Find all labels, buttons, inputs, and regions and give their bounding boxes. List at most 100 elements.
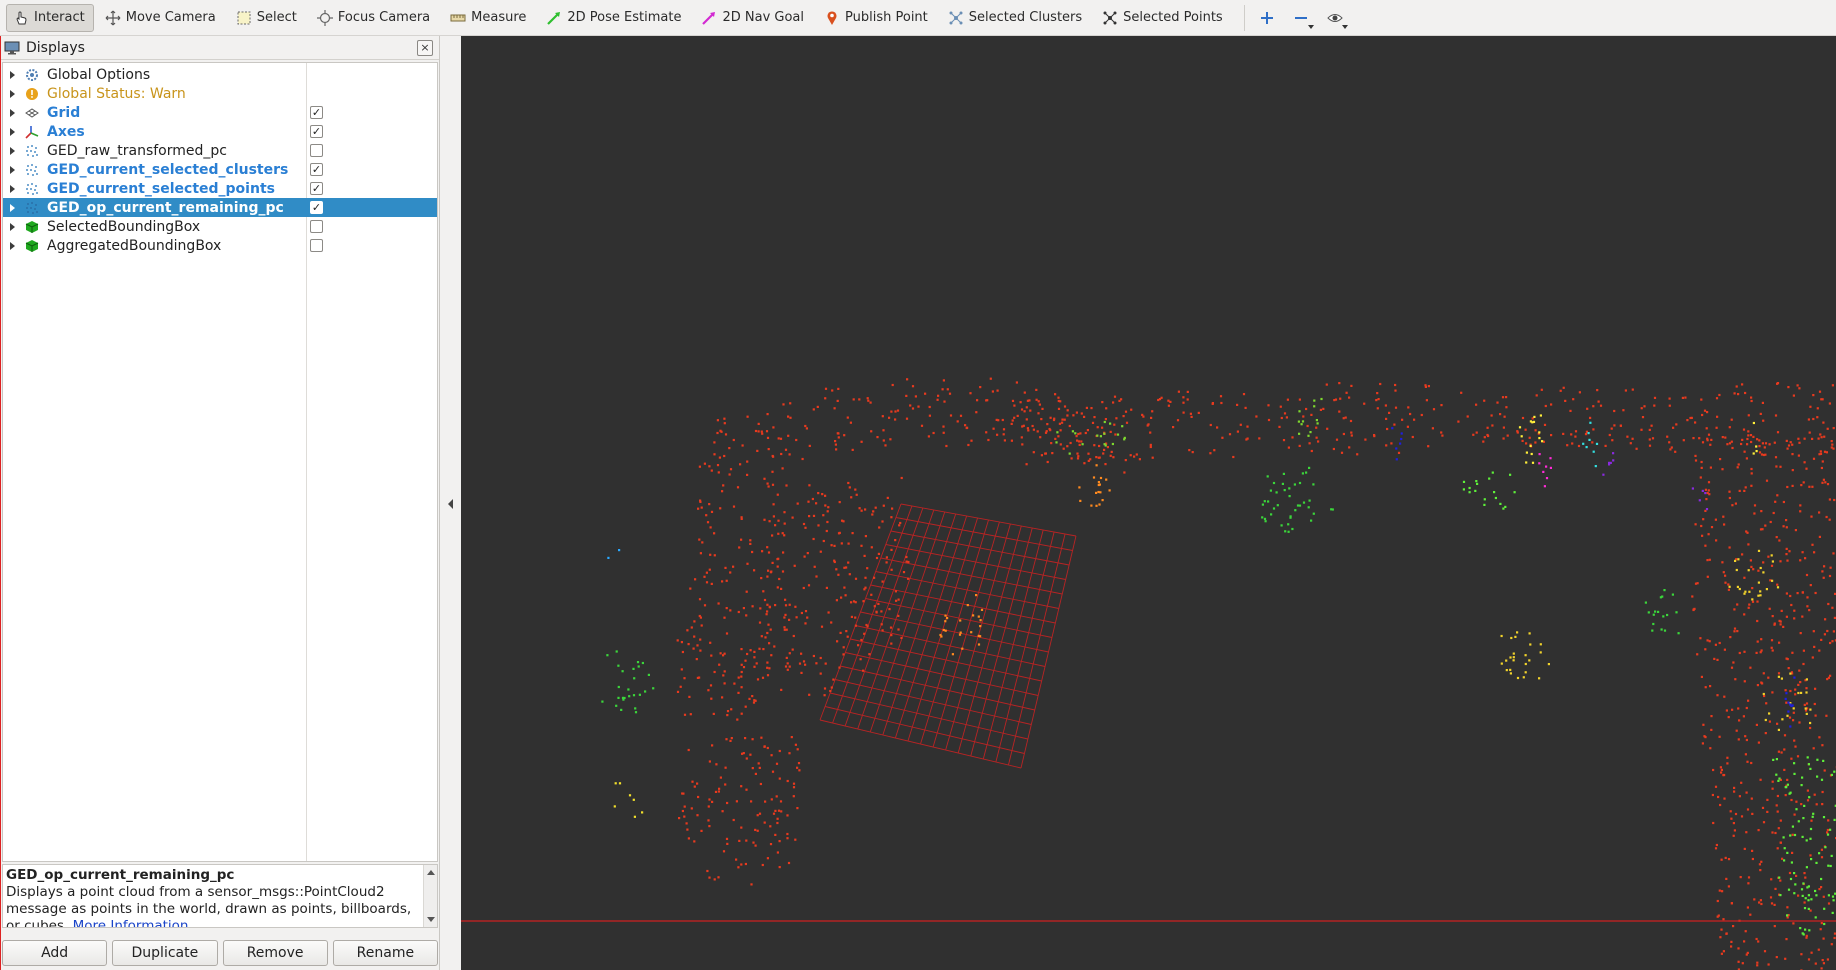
selected-clusters-checkbox[interactable]: ✓ (310, 163, 323, 176)
rename-button[interactable]: Rename (332, 940, 438, 966)
cloud-point (1562, 386, 1565, 389)
expand-arrow-icon[interactable] (10, 184, 15, 193)
cloud-point (897, 628, 900, 631)
tree-row-global-options[interactable]: Global Options (3, 65, 437, 84)
cloud-point (870, 593, 873, 596)
tree-row-aggregated-bounding-box[interactable]: AggregatedBoundingBox (3, 236, 437, 255)
panel-splitter[interactable] (441, 36, 461, 970)
nav-goal-tool-button[interactable]: 2D Nav Goal (694, 4, 813, 32)
expand-arrow-icon[interactable] (10, 127, 15, 136)
cloud-point (1696, 653, 1699, 656)
cloud-point (1036, 430, 1039, 433)
remove-button[interactable]: Remove (222, 940, 328, 966)
publish-point-tool-button[interactable]: Publish Point (817, 4, 937, 32)
measure-tool-button[interactable]: Measure (443, 4, 535, 32)
tree-row-remaining-pc[interactable]: GED_op_current_remaining_pc ✓ (3, 198, 437, 217)
tree-row-grid[interactable]: Grid ✓ (3, 103, 437, 122)
expand-arrow-icon[interactable] (10, 108, 15, 117)
selected-clusters-tool-button[interactable]: Selected Clusters (941, 4, 1091, 32)
visibility-tool-button[interactable] (1321, 4, 1349, 32)
cloud-point (1809, 726, 1812, 730)
grid-enable-checkbox[interactable]: ✓ (310, 106, 323, 119)
cloud-point (1509, 656, 1512, 659)
cloud-point (1486, 426, 1489, 429)
axes-enable-checkbox[interactable]: ✓ (310, 125, 323, 138)
expand-arrow-icon[interactable] (10, 146, 15, 155)
description-scrollbar[interactable] (423, 865, 437, 927)
duplicate-button[interactable]: Duplicate (112, 940, 218, 966)
cloud-point (632, 667, 635, 670)
cloud-point (1797, 437, 1800, 440)
remove-tool-button[interactable] (1287, 4, 1315, 32)
selected-bounding-box-checkbox[interactable] (310, 220, 323, 233)
selected-points-checkbox[interactable]: ✓ (310, 182, 323, 195)
cloud-point (1694, 454, 1697, 457)
add-button[interactable]: Add (2, 940, 108, 966)
cloud-point (1440, 431, 1443, 434)
expand-arrow-icon[interactable] (10, 241, 15, 250)
cloud-point (1733, 630, 1736, 633)
more-information-link[interactable]: More Information (73, 918, 189, 927)
cloud-point (1394, 383, 1397, 387)
cloud-point (1719, 458, 1722, 461)
cloud-point (1778, 539, 1781, 542)
cloud-point (808, 484, 811, 487)
tree-row-axes[interactable]: Axes ✓ (3, 122, 437, 141)
cloud-point (882, 439, 885, 442)
cloud-point (1759, 869, 1762, 872)
move-camera-tool-button[interactable]: Move Camera (98, 4, 225, 32)
scroll-down-arrow-icon[interactable] (427, 917, 435, 922)
select-tool-button[interactable]: Select (229, 4, 306, 32)
pose-estimate-tool-button[interactable]: 2D Pose Estimate (539, 4, 690, 32)
cloud-point (1285, 416, 1288, 419)
expand-arrow-icon[interactable] (10, 89, 15, 98)
cloud-point (1612, 459, 1615, 462)
cloud-point (770, 798, 773, 801)
tree-row-selected-clusters[interactable]: GED_current_selected_clusters ✓ (3, 160, 437, 179)
cloud-point (1828, 498, 1831, 501)
tree-row-selected-bounding-box[interactable]: SelectedBoundingBox (3, 217, 437, 236)
tree-row-raw-transformed-pc[interactable]: GED_raw_transformed_pc (3, 141, 437, 160)
add-tool-button[interactable] (1253, 4, 1281, 32)
cloud-point (1316, 422, 1319, 425)
focus-camera-tool-button[interactable]: Focus Camera (310, 4, 439, 32)
cloud-point (1312, 483, 1315, 486)
collapse-left-arrow-icon[interactable] (448, 499, 453, 509)
cloud-point (778, 777, 781, 780)
cloud-point (782, 551, 785, 554)
cloud-point (852, 398, 855, 401)
aggregated-bounding-box-checkbox[interactable] (310, 239, 323, 252)
raw-transformed-pc-checkbox[interactable] (310, 144, 323, 157)
tree-row-selected-points[interactable]: GED_current_selected_points ✓ (3, 179, 437, 198)
cloud-point (1020, 436, 1023, 439)
remaining-pc-checkbox[interactable]: ✓ (310, 201, 323, 214)
cloud-point (1317, 440, 1320, 443)
cloud-point (1039, 436, 1042, 439)
cloud-point (1577, 444, 1581, 448)
expand-arrow-icon[interactable] (10, 222, 15, 231)
cloud-point (1130, 408, 1133, 411)
cloud-point (1773, 925, 1776, 928)
cloud-point (1762, 453, 1765, 457)
scroll-up-arrow-icon[interactable] (427, 870, 435, 875)
cloud-point (772, 812, 776, 815)
interact-tool-button[interactable]: Interact (6, 3, 94, 32)
cloud-point (1069, 441, 1072, 445)
cloud-point (1538, 677, 1541, 680)
axes-icon (25, 125, 39, 139)
expand-arrow-icon[interactable] (10, 70, 15, 79)
cloud-point (796, 502, 799, 505)
displays-panel-close-button[interactable]: × (417, 40, 433, 56)
expand-arrow-icon[interactable] (10, 203, 15, 212)
expand-arrow-icon[interactable] (10, 165, 15, 174)
cloud-point (1547, 663, 1550, 666)
cloud-point (1727, 885, 1730, 888)
cloud-point (1734, 559, 1737, 562)
cloud-point (1475, 480, 1478, 483)
render-3d-view[interactable] (461, 36, 1836, 970)
cloud-point (1401, 418, 1404, 421)
selected-points-tool-button[interactable]: Selected Points (1095, 4, 1232, 32)
cloud-point (1777, 750, 1780, 753)
tree-row-global-status[interactable]: Global Status: Warn (3, 84, 437, 103)
cloud-point (880, 623, 883, 626)
